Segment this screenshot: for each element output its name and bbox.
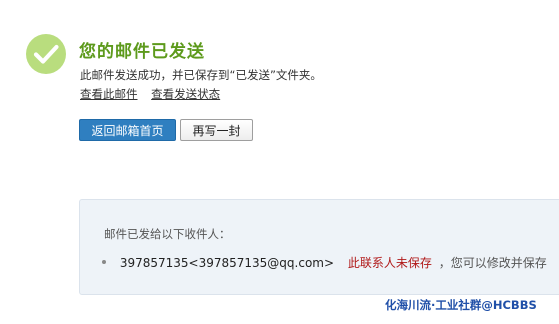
check-circle-icon — [26, 34, 66, 74]
unsaved-contact-warning[interactable]: 此联系人未保存 — [348, 256, 432, 270]
recipients-panel: 邮件已发给以下收件人： 397857135<397857135@qq.com> … — [79, 199, 559, 295]
recipient-address: 397857135<397857135@qq.com> — [119, 256, 335, 270]
recipient-item: 397857135<397857135@qq.com> 此联系人未保存 ，您可以… — [102, 254, 547, 271]
view-status-link[interactable]: 查看发送状态 — [151, 87, 220, 101]
write-another-button[interactable]: 再写一封 — [180, 119, 253, 141]
action-links: 查看此邮件 查看发送状态 — [80, 86, 230, 102]
send-success-page: 您的邮件已发送 此邮件发送成功，并已保存到“已发送”文件夹。 查看此邮件 查看发… — [0, 0, 559, 324]
watermark: 化海川流·工业社群@HCBBS — [385, 297, 537, 313]
page-title: 您的邮件已发送 — [79, 42, 205, 62]
bullet-icon — [102, 259, 106, 264]
recipients-heading: 邮件已发给以下收件人： — [104, 227, 231, 241]
back-to-inbox-button[interactable]: 返回邮箱首页 — [79, 119, 176, 141]
view-mail-link[interactable]: 查看此邮件 — [80, 87, 138, 101]
status-message: 此邮件发送成功，并已保存到“已发送”文件夹。 — [80, 68, 322, 82]
save-contact-hint: ，您可以修改并保存 — [438, 256, 547, 270]
